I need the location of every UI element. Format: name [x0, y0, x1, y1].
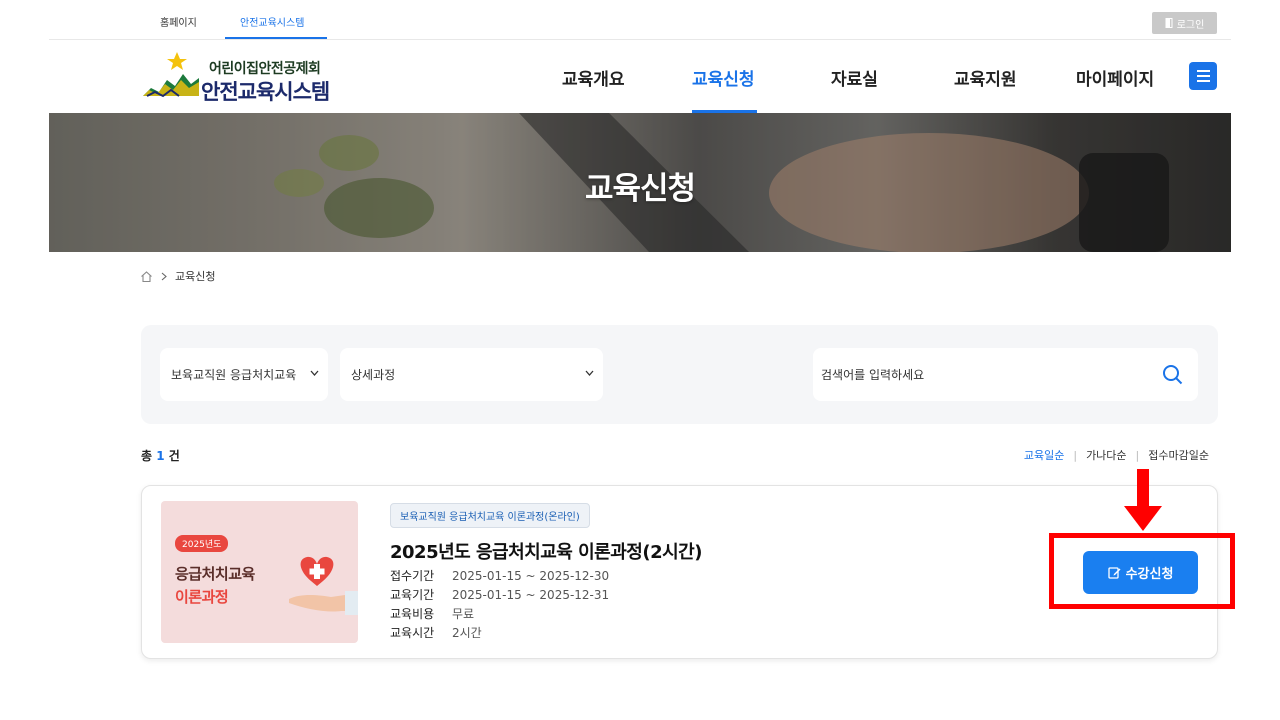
- info-label: 교육기간: [390, 588, 435, 602]
- sort-options: 교육일순 | 가나다순 | 접수마감일순: [1024, 447, 1209, 463]
- info-value: 2시간: [452, 626, 482, 640]
- breadcrumb: 교육신청: [140, 268, 215, 284]
- home-icon[interactable]: [140, 270, 153, 283]
- thumbnail-title-line2: 이론과정: [175, 588, 229, 606]
- highlight-box: [1049, 533, 1235, 609]
- menu-icon-line: [1196, 70, 1210, 72]
- chevron-right-icon: [161, 272, 167, 280]
- course-thumbnail[interactable]: 2025년도 응급처치교육 이론과정: [161, 501, 358, 643]
- sort-by-education-date[interactable]: 교육일순: [1024, 447, 1064, 463]
- menu-icon-line: [1196, 80, 1210, 82]
- nav-education-overview[interactable]: 교육개요: [562, 65, 625, 90]
- menu-icon-line: [1196, 75, 1210, 77]
- site-header: 어린이집안전공제회 안전교육시스템 교육개요 교육신청 자료실 교육지원 마이페…: [49, 40, 1231, 113]
- heart-hand-icon: [289, 556, 358, 615]
- search-filter-panel: 보육교직원 응급처치교육 상세과정 검색어를 입력하세요: [141, 325, 1218, 424]
- chevron-down-icon: [585, 370, 594, 376]
- down-arrow-icon: [1124, 469, 1162, 531]
- top-utility-bar: 홈페이지 안전교육시스템 로그인: [49, 0, 1231, 40]
- login-button[interactable]: 로그인: [1152, 12, 1217, 34]
- detail-course-select[interactable]: 상세과정: [340, 348, 603, 401]
- page-title: 교육신청: [584, 171, 696, 207]
- info-row: 교육시간 2시간: [390, 624, 609, 643]
- tab-safety-education-system[interactable]: 안전교육시스템: [240, 14, 304, 29]
- thumbnail-title-line1: 응급처치교육: [175, 565, 255, 583]
- category-select[interactable]: 보육교직원 응급처치교육: [160, 348, 328, 401]
- nav-mypage[interactable]: 마이페이지: [1076, 65, 1154, 90]
- sort-by-alphabetical[interactable]: 가나다순: [1086, 447, 1126, 463]
- info-value: 2025-01-15 ~ 2025-12-31: [452, 588, 610, 602]
- info-label: 교육비용: [390, 607, 435, 621]
- course-info: 접수기간 2025-01-15 ~ 2025-12-30 교육기간 2025-0…: [390, 567, 609, 643]
- sort-separator: |: [1135, 448, 1140, 462]
- breadcrumb-current[interactable]: 교육신청: [175, 268, 215, 284]
- login-label: 로그인: [1176, 19, 1205, 31]
- nav-education-support[interactable]: 교육지원: [954, 65, 1017, 90]
- active-tab-underline: [225, 37, 327, 39]
- course-title[interactable]: 2025년도 응급처치교육 이론과정(2시간): [390, 538, 702, 564]
- chevron-down-icon: [310, 370, 319, 376]
- total-prefix: 총: [141, 449, 153, 463]
- total-suffix: 건: [168, 449, 180, 463]
- info-value: 2025-01-15 ~ 2025-12-30: [452, 569, 610, 583]
- tab-homepage[interactable]: 홈페이지: [160, 14, 197, 29]
- sort-by-deadline[interactable]: 접수마감일순: [1148, 447, 1209, 463]
- search-placeholder: 검색어를 입력하세요: [821, 368, 925, 382]
- page-banner: 교육신청: [49, 113, 1231, 252]
- info-row: 교육기간 2025-01-15 ~ 2025-12-31: [390, 586, 609, 605]
- door-icon: [1165, 18, 1173, 28]
- info-row: 접수기간 2025-01-15 ~ 2025-12-30: [390, 567, 609, 586]
- nav-resources[interactable]: 자료실: [831, 65, 878, 90]
- logo-mark-icon: [143, 52, 199, 98]
- sort-separator: |: [1073, 448, 1078, 462]
- thumbnail-year-badge: 2025년도: [175, 535, 229, 552]
- total-number: 1: [156, 449, 165, 463]
- info-row: 교육비용 무료: [390, 605, 609, 624]
- nav-education-application[interactable]: 교육신청: [692, 65, 755, 90]
- info-label: 접수기간: [390, 569, 435, 583]
- info-label: 교육시간: [390, 626, 435, 640]
- detail-course-select-value: 상세과정: [351, 368, 396, 382]
- info-value: 무료: [452, 607, 475, 621]
- logo-subtitle: 어린이집안전공제회: [209, 61, 321, 77]
- search-icon[interactable]: [1162, 364, 1183, 385]
- course-category-badge: 보육교직원 응급처치교육 이론과정(온라인): [390, 503, 590, 528]
- logo[interactable]: 어린이집안전공제회 안전교육시스템: [141, 50, 361, 105]
- category-select-value: 보육교직원 응급처치교육: [171, 368, 297, 382]
- search-input[interactable]: 검색어를 입력하세요: [813, 348, 1198, 401]
- logo-title: 안전교육시스템: [201, 80, 330, 104]
- menu-button[interactable]: [1189, 62, 1217, 90]
- total-count: 총 1 건: [141, 447, 180, 464]
